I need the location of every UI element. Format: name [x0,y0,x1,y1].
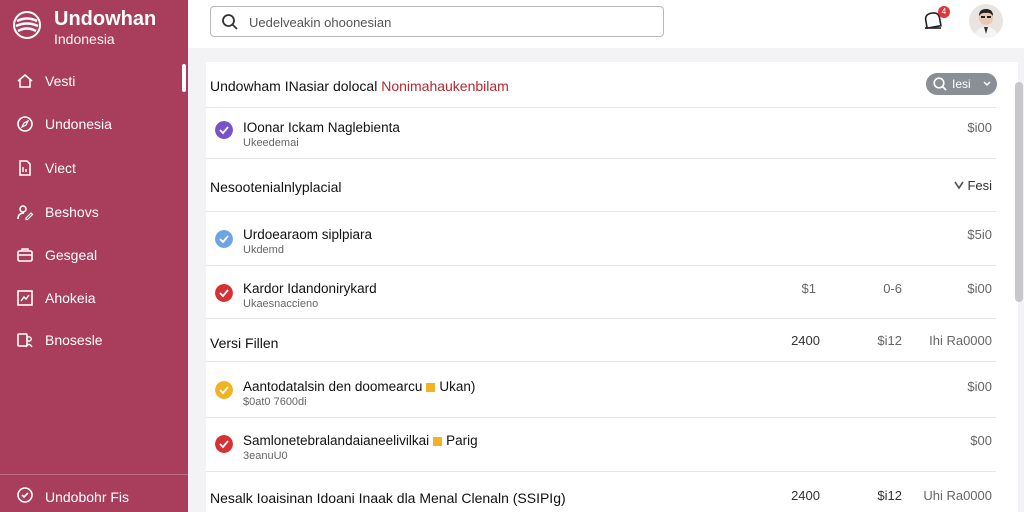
item-subtitle: Ukaesnaccieno [243,298,319,310]
avatar-user-icon [974,9,998,38]
item-title: Kardor Idandonirykard [243,281,377,296]
sidebar-item-undonesia[interactable]: Undonesia [0,107,182,141]
section-title: Nesalk Ioaisinan Idoani Inaak dla Menal … [210,490,566,506]
sidebar-footer-label: Undobohr Fis [45,489,130,505]
sidebar-item-label: Undonesia [45,116,112,132]
notification-badge: 4 [938,6,950,18]
chevron-down-icon [983,81,991,87]
sidebar-item-label: Vesti [45,73,76,89]
section-title: Nesootenialnlyplacial [210,179,342,195]
sidebar-item-label: Bnosesle [45,332,103,348]
section-action-label: Fesi [967,178,992,193]
top-header: 4 [188,0,1024,48]
chart-icon [17,290,33,306]
sidebar-item-label: Viect [45,160,76,176]
sidebar-item-label: Gesgeal [45,247,98,263]
list-item[interactable]: Kardor Idandonirykard Ukaesnaccieno $1 0… [206,266,996,319]
filter-label: Iesi [952,77,971,91]
item-amount: $i00 [967,281,992,296]
section-header: Versi Fillen 2400 $i12 Ihi Ra0000 [206,319,996,362]
sidebar-item-vesti[interactable]: Vesti [0,64,182,98]
section-title: Versi Fillen [210,335,279,351]
item-title-text: Aantodatalsin den doomearcu [243,379,423,394]
check-circle-icon [215,381,233,399]
section-header: Undowham INasiar dolocal Nonimahaukenbil… [206,62,997,108]
section-title: Undowham INasiar dolocal Nonimahaukenbil… [210,78,509,94]
search-icon [222,14,238,30]
tag-icon [426,382,436,392]
sidebar-item-beshovs[interactable]: Beshovs [0,195,182,229]
people-icon [17,333,33,348]
item-col-1: $1 [801,281,816,296]
sidebar-footer[interactable]: Undobohr Fis [0,474,188,512]
item-amount: $5i0 [967,227,992,242]
section-title-accent: Nonimahaukenbilam [381,78,509,94]
list-item[interactable]: Samlonetebralandaianeelivilkai Parig 3ean… [206,418,996,472]
brand-subtitle: Indonesia [54,31,115,47]
sidebar: Undowhan Indonesia Vesti Undonesia Viect… [0,0,188,512]
sidebar-item-label: Ahokeia [45,290,96,306]
sidebar-item-ahokeia[interactable]: Ahokeia [0,281,182,315]
item-subtitle: Ukdemd [243,244,284,256]
section-col-1: 2400 [791,488,820,503]
item-title: Urdoearaom siplpiara [243,227,373,242]
item-amount: $i00 [967,379,992,394]
search-input[interactable] [249,12,649,32]
item-tag-text: Ukan) [439,379,476,394]
item-subtitle: $0at0 7600di [243,396,307,408]
main-content: Undowham INasiar dolocal Nonimahaukenbil… [188,48,1024,512]
item-title: Aantodatalsin den doomearcu Ukan) [243,379,475,394]
section-col-2: $i12 [877,333,902,348]
sidebar-item-bnosesle[interactable]: Bnosesle [0,323,182,357]
sidebar-item-label: Beshovs [45,204,99,220]
section-col-1: 2400 [791,333,820,348]
brand-name: Undowhan [54,8,157,30]
list-panel: Undowham INasiar dolocal Nonimahaukenbil… [206,62,1018,512]
user-edit-icon [17,205,34,221]
item-amount: $i00 [967,120,992,135]
brand-logo-icon [13,11,41,39]
document-icon [19,160,31,176]
avatar[interactable] [969,4,1003,38]
check-circle-icon [215,121,233,139]
item-subtitle: 3eanuU0 [243,450,288,462]
section-title-text: Undowham INasiar dolocal [210,78,378,94]
home-icon [17,73,33,88]
item-title: IOonar Ickam Naglebienta [243,120,400,135]
vertical-scrollbar[interactable] [1015,82,1023,302]
section-header: Nesootenialnlyplacial Fesi [206,159,996,212]
section-col-3: Ihi Ra0000 [929,333,992,348]
search-icon [933,77,947,91]
filter-button[interactable]: Iesi [926,73,997,95]
list-item[interactable]: IOonar Ickam Naglebienta Ukeedemai $i00 [206,108,996,159]
item-amount: $00 [970,433,992,448]
chevron-down-icon [954,181,964,190]
item-col-2: 0-6 [883,281,902,296]
sidebar-item-viect[interactable]: Viect [0,151,182,185]
item-subtitle: Ukeedemai [243,137,299,149]
check-circle-icon [215,230,233,248]
item-tag-text: Parig [446,433,478,448]
section-col-3: Uhi Ra0000 [923,488,992,503]
section-col-2: $i12 [877,488,902,503]
item-title-text: Samlonetebralandaianeelivilkai [243,433,430,448]
list-item[interactable]: Aantodatalsin den doomearcu Ukan) $0at0 7… [206,362,996,418]
list-item[interactable]: Urdoearaom siplpiara Ukdemd $5i0 [206,212,996,266]
active-indicator [182,64,186,92]
search-box[interactable] [210,6,664,37]
check-circle-icon [17,487,33,503]
check-circle-icon [215,435,233,453]
sidebar-item-gesgeal[interactable]: Gesgeal [0,238,182,272]
briefcase-icon [17,248,33,262]
item-title: Samlonetebralandaianeelivilkai Parig [243,433,478,448]
check-circle-icon [215,284,233,302]
section-header: Nesalk Ioaisinan Idoani Inaak dla Menal … [206,472,996,512]
compass-icon [17,116,33,132]
tag-icon [433,436,443,446]
section-action[interactable]: Fesi [954,178,992,193]
